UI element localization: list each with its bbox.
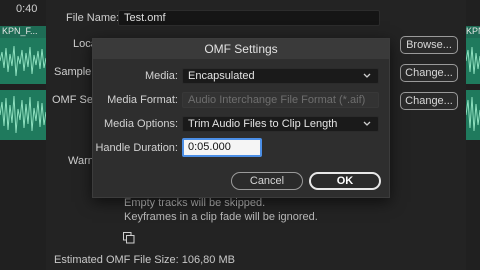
audio-waveform-clip[interactable] — [466, 90, 480, 140]
media-format-dropdown[interactable]: Audio Interchange File Format (*.aif) — [182, 92, 379, 108]
copy-icon[interactable] — [123, 231, 135, 244]
handle-duration-label: Handle Duration: — [95, 142, 178, 154]
media-dropdown[interactable]: Encapsulated — [182, 68, 379, 84]
timeline-right-panel: KPN — [466, 0, 480, 270]
chevron-down-icon — [363, 121, 371, 126]
chevron-down-icon — [363, 73, 371, 78]
ok-button[interactable]: OK — [309, 172, 381, 190]
audio-waveform-clip[interactable] — [0, 38, 46, 84]
audio-waveform-clip[interactable] — [466, 38, 480, 84]
omf-settings-modal: OMF Settings Media: Encapsulated Media F… — [92, 38, 390, 198]
audio-waveform-clip[interactable] — [0, 90, 46, 140]
warning-item: Empty tracks will be skipped. — [124, 197, 266, 209]
media-value: Encapsulated — [188, 70, 255, 82]
audio-clip-label: KPN_F... — [0, 26, 46, 38]
timeline-left-panel: 0:40 KPN_F... — [0, 0, 46, 270]
warning-item: Keyframes in a clip fade will be ignored… — [124, 211, 318, 223]
file-name-label: File Name: — [66, 12, 120, 24]
change-sample-button[interactable]: Change... — [400, 64, 458, 82]
media-format-label: Media Format: — [107, 94, 178, 106]
media-format-value: Audio Interchange File Format (*.aif) — [188, 94, 366, 106]
warnings-label: Warn — [68, 155, 94, 167]
handle-duration-input[interactable]: 0:05.000 — [182, 138, 262, 157]
media-options-value: Trim Audio Files to Clip Length — [188, 118, 338, 130]
estimated-file-size: Estimated OMF File Size: 106,80 MB — [54, 254, 235, 266]
sample-rate-label: Sample — [54, 66, 92, 78]
media-options-label: Media Options: — [104, 118, 178, 130]
change-omf-settings-button[interactable]: Change... — [400, 92, 458, 110]
modal-title: OMF Settings — [93, 39, 389, 59]
timecode-display: 0:40 — [16, 3, 38, 15]
file-name-field[interactable]: Test.omf — [118, 10, 380, 26]
media-options-dropdown[interactable]: Trim Audio Files to Clip Length — [182, 116, 379, 132]
browse-button[interactable]: Browse... — [400, 36, 458, 54]
cancel-button[interactable]: Cancel — [231, 172, 303, 190]
warnings-list: Empty tracks will be skipped. Keyframes … — [124, 196, 318, 224]
media-label: Media: — [144, 70, 178, 82]
audio-clip-label: KPN — [466, 26, 480, 38]
